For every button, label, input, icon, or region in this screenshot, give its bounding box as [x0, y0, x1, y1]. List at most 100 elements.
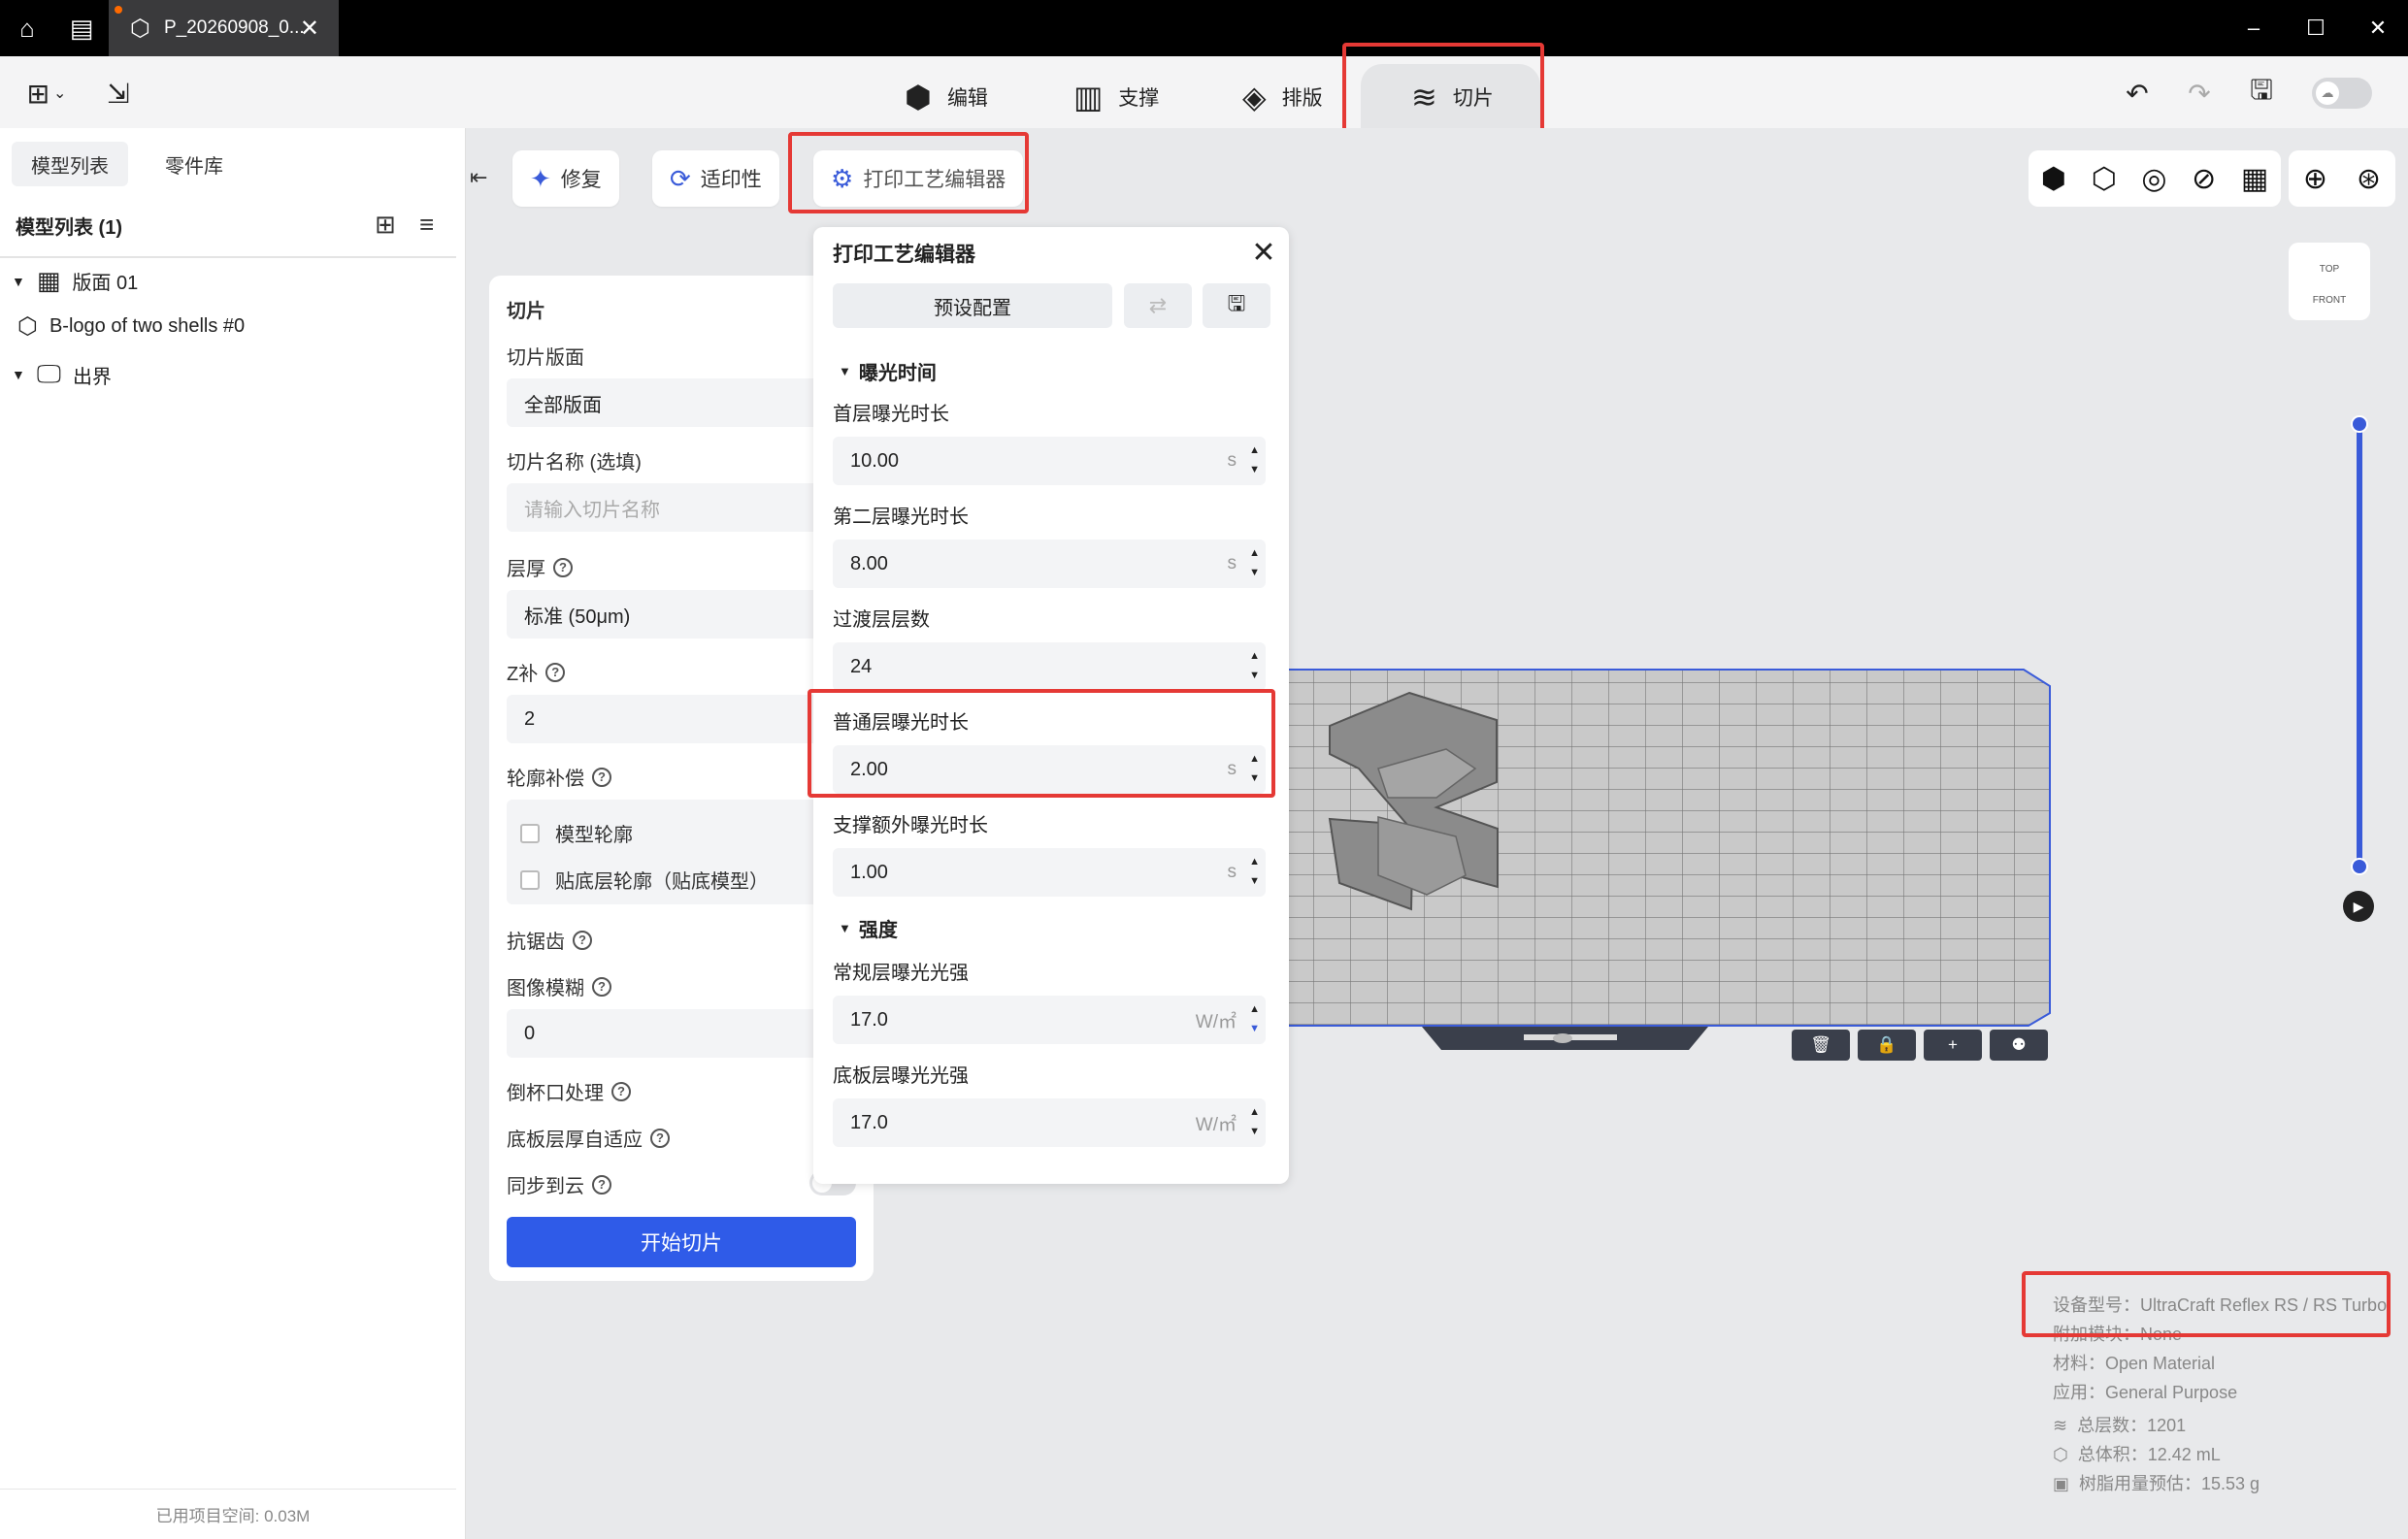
play-icon[interactable]: ▶ — [2343, 891, 2374, 922]
name-label: 切片名称 (选填) — [507, 452, 642, 474]
grid-icon[interactable]: ▦ — [2241, 162, 2268, 196]
wire-view-icon[interactable]: ⬡ — [2092, 162, 2117, 196]
tree-out-of-bounds-label: 出界 — [72, 366, 112, 388]
layer-thickness-text: 层厚 — [507, 559, 545, 580]
stepper[interactable]: ▲ ▼ — [1249, 852, 1260, 891]
group-icon[interactable]: ⚉ — [1990, 1030, 2048, 1061]
start-slice-button[interactable]: 开始切片 — [507, 1217, 856, 1267]
solid-view-icon[interactable]: ⬢ — [2041, 162, 2066, 196]
regular-intensity-input[interactable]: 17.0 W/㎡ ▲ ▼ — [833, 996, 1266, 1044]
printability-label: 适印性 — [700, 169, 762, 191]
contour-base-checkbox[interactable] — [520, 869, 540, 890]
plate-logo — [1553, 1033, 1572, 1043]
globe-settings-icon[interactable]: ⊛ — [2357, 162, 2381, 196]
stepper[interactable]: ▲ ▼ — [1249, 1102, 1260, 1141]
edit-cube-icon: ⬢ — [905, 80, 932, 115]
section-exposure[interactable]: ▼ 曝光时间 — [839, 357, 937, 385]
save-config-icon[interactable]: 🖫 — [1203, 283, 1270, 328]
section-exposure-label: 曝光时间 — [858, 363, 937, 384]
help-icon[interactable]: ? — [611, 1081, 631, 1101]
tree-model-label: B-logo of two shells #0 — [49, 315, 246, 337]
navigation-cube[interactable]: TOP FRONT — [2289, 243, 2370, 320]
tab-layout[interactable]: ◈ 排版 — [1242, 56, 1323, 138]
layer-slider-top-handle[interactable] — [2351, 415, 2368, 433]
help-icon[interactable]: ? — [553, 557, 573, 577]
section-intensity[interactable]: ▼ 强度 — [839, 914, 898, 942]
stepper[interactable]: ▲ ▼ — [1249, 999, 1260, 1038]
add-icon[interactable]: + — [1924, 1030, 1982, 1061]
add-plate-icon[interactable]: ⊞ ⌄ — [17, 72, 76, 115]
tab-parts-library[interactable]: 零件库 — [146, 142, 243, 186]
add-table-icon[interactable]: ⊞ — [375, 210, 396, 240]
print-queue-icon[interactable]: ▤ — [54, 0, 109, 56]
close-tab-icon[interactable]: ✕ — [300, 15, 319, 43]
layout-cubes-icon: ◈ — [1242, 80, 1267, 115]
hide-icon[interactable]: ⊘ — [2192, 162, 2216, 196]
repair-button[interactable]: ✦ 修复 — [512, 150, 619, 207]
redo-icon[interactable]: ↷ — [2178, 72, 2221, 115]
model-cube-icon: ⬡ — [17, 313, 38, 340]
minimize-button[interactable]: – — [2223, 0, 2285, 56]
home-icon[interactable]: ⌂ — [0, 0, 54, 56]
swap-config-icon[interactable]: ⇄ — [1124, 283, 1192, 328]
expand-icon[interactable]: ▼ — [12, 367, 25, 382]
xray-icon[interactable]: ◎ — [2141, 162, 2166, 196]
filter-icon[interactable]: ≡ — [419, 210, 434, 240]
unit-label: W/㎡ — [1195, 1114, 1237, 1135]
save-icon[interactable]: 🖫 — [2240, 72, 2283, 115]
layer-slider[interactable] — [2357, 419, 2362, 868]
transition-input[interactable]: 24 ▲ ▼ — [833, 642, 1266, 691]
model-list-title: 模型列表 (1) — [16, 217, 122, 239]
support-extra-value: 1.00 — [850, 861, 888, 883]
cube-icon: ⬡ — [130, 15, 150, 42]
tab-edit-label: 编辑 — [946, 87, 988, 110]
undo-icon[interactable]: ↶ — [2116, 72, 2159, 115]
tree-model[interactable]: ⬡ B-logo of two shells #0 — [17, 312, 245, 341]
contour-model-checkbox[interactable] — [520, 823, 540, 843]
navcube-top-label: TOP — [2319, 264, 2340, 275]
tab-model-list[interactable]: 模型列表 — [12, 142, 128, 186]
close-window-button[interactable]: ✕ — [2347, 0, 2408, 56]
maximize-button[interactable]: ☐ — [2285, 0, 2347, 56]
tab-support[interactable]: ▥ 支撑 — [1073, 56, 1159, 138]
preset-button[interactable]: 预设配置 — [833, 283, 1112, 328]
contour-base-option[interactable]: 贴底层轮廓（贴底模型） — [520, 866, 769, 894]
expand-icon[interactable]: ▼ — [12, 274, 25, 289]
help-icon[interactable]: ? — [592, 1174, 611, 1195]
help-icon[interactable]: ? — [573, 930, 592, 950]
base-intensity-input[interactable]: 17.0 W/㎡ ▲ ▼ — [833, 1098, 1266, 1147]
import-icon[interactable]: ⇲ — [97, 72, 140, 115]
printability-button[interactable]: ⟳ 适印性 — [652, 150, 779, 207]
tab-edit[interactable]: ⬢ 编辑 — [905, 56, 988, 138]
help-icon[interactable]: ? — [650, 1128, 670, 1148]
help-icon[interactable]: ? — [545, 662, 566, 682]
contour-model-text: 模型轮廓 — [555, 825, 633, 846]
help-icon[interactable]: ? — [592, 767, 611, 787]
tree-out-of-bounds[interactable]: ▼ 🖵 出界 — [12, 359, 112, 390]
lock-icon[interactable]: 🔒 — [1858, 1030, 1916, 1061]
resin-icon: ▣ — [2053, 1474, 2070, 1493]
locate-icon[interactable]: ⊕ — [2303, 162, 2327, 196]
delete-icon[interactable]: 🗑 — [1792, 1030, 1850, 1061]
printability-icon: ⟳ — [670, 163, 691, 193]
collapse-panel-icon[interactable]: ⇤ — [470, 165, 487, 190]
help-icon[interactable]: ? — [592, 976, 611, 997]
stepper[interactable]: ▲ ▼ — [1249, 646, 1260, 685]
cloud-toggle[interactable]: ☁ — [2312, 78, 2372, 109]
highlight-device-model — [2022, 1271, 2391, 1337]
stepper[interactable]: ▲ ▼ — [1249, 441, 1260, 479]
layer-slider-bottom-handle[interactable] — [2351, 858, 2368, 875]
base-intensity-label: 底板层曝光光强 — [833, 1065, 969, 1087]
support-extra-input[interactable]: 1.00 s ▲ ▼ — [833, 848, 1266, 897]
first-layer-input[interactable]: 10.00 s ▲ ▼ — [833, 437, 1266, 485]
tree-plate[interactable]: ▼ ▦ 版面 01 — [12, 266, 138, 296]
section-intensity-label: 强度 — [858, 920, 898, 941]
first-layer-value: 10.00 — [850, 449, 900, 472]
contour-model-option[interactable]: 模型轮廓 — [520, 819, 633, 847]
tree-plate-label: 版面 01 — [72, 273, 139, 294]
stepper[interactable]: ▲ ▼ — [1249, 543, 1260, 582]
editor-close-icon[interactable]: ✕ — [1244, 233, 1283, 272]
footer-divider — [0, 1489, 456, 1490]
document-tab[interactable]: ⬡ P_20260908_0... ✕ — [109, 0, 339, 56]
second-layer-input[interactable]: 8.00 s ▲ ▼ — [833, 540, 1266, 588]
